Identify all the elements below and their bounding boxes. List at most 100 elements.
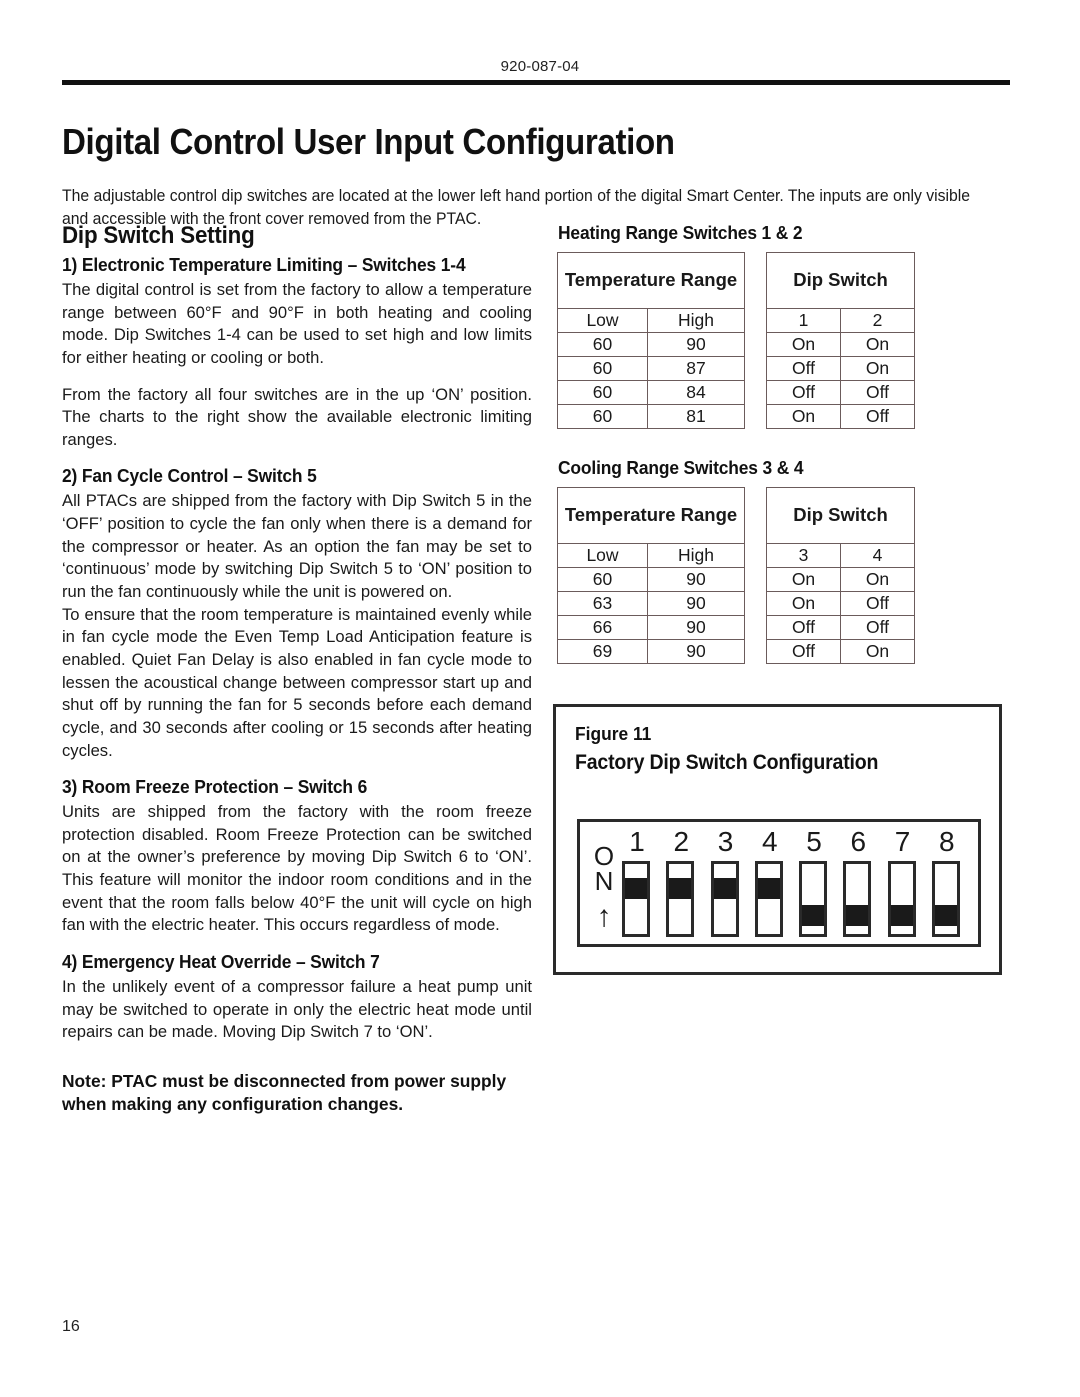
figure-11-box: Figure 11 Factory Dip Switch Configurati… bbox=[553, 704, 1002, 975]
cell-switch-a: On bbox=[766, 567, 841, 592]
right-column: Heating Range Switches 1 & 2 Temperature… bbox=[557, 222, 1012, 692]
cooling-switch-col-3: 3 bbox=[766, 543, 841, 568]
cell-switch-a: On bbox=[766, 404, 841, 429]
dip-switch-slider-on[interactable] bbox=[757, 878, 780, 899]
table-header-row: Temperature Range bbox=[557, 487, 745, 544]
table-row: On On bbox=[766, 332, 915, 357]
dip-switch-slider-off[interactable] bbox=[890, 905, 913, 926]
table-row: On Off bbox=[766, 404, 915, 429]
dip-switch-5[interactable]: 5 bbox=[799, 828, 843, 944]
dip-switch-body[interactable] bbox=[622, 861, 650, 937]
table-row: Off On bbox=[766, 639, 915, 664]
cell-high: 90 bbox=[647, 615, 745, 640]
subsection-3-paragraph-1: Units are shipped from the factory with … bbox=[62, 802, 532, 935]
header-divider bbox=[62, 80, 1010, 85]
table-row: On On bbox=[766, 567, 915, 592]
cooling-temperature-range-table: Temperature Range Low High 60 90 63 90 6… bbox=[557, 487, 745, 664]
dip-switch-number-label: 2 bbox=[673, 826, 690, 857]
dip-switch-body[interactable] bbox=[666, 861, 695, 937]
dip-switch-2[interactable]: 2 bbox=[666, 828, 710, 944]
cell-high: 87 bbox=[647, 356, 745, 381]
dip-switch-body[interactable] bbox=[754, 861, 783, 937]
table-row: 60 87 bbox=[557, 356, 745, 381]
subsection-1-paragraph-1: The digital control is set from the fact… bbox=[62, 280, 532, 367]
cell-switch-b: On bbox=[840, 567, 915, 592]
cell-switch-b: On bbox=[840, 639, 915, 664]
cell-low: 60 bbox=[557, 404, 648, 429]
section-heading-dip-switch-setting: Dip Switch Setting bbox=[62, 222, 255, 249]
dip-switch-slider-off[interactable] bbox=[846, 905, 869, 926]
cell-high: 90 bbox=[647, 567, 745, 592]
heating-temperature-range-table: Temperature Range Low High 60 90 60 87 6… bbox=[557, 252, 745, 429]
page-title: Digital Control User Input Configuration bbox=[62, 121, 675, 163]
dip-switch-number-label: 4 bbox=[761, 826, 778, 857]
cell-low: 60 bbox=[557, 380, 648, 405]
subsection-1-paragraph-2: From the factory all four switches are i… bbox=[62, 384, 532, 449]
dip-switch-slider-off[interactable] bbox=[934, 905, 957, 926]
dip-switch-body[interactable] bbox=[799, 861, 827, 937]
cooling-range-group-header: Temperature Range bbox=[557, 487, 745, 544]
cell-switch-a: On bbox=[766, 332, 841, 357]
dip-switch-number-label: 7 bbox=[894, 826, 911, 857]
table-header-row: 1 2 bbox=[766, 308, 915, 333]
dip-switch-slider-off[interactable] bbox=[802, 905, 824, 926]
cell-switch-a: Off bbox=[766, 615, 841, 640]
dip-switch-body[interactable] bbox=[843, 861, 872, 937]
dip-switch-body[interactable] bbox=[710, 861, 739, 937]
on-label: O N bbox=[589, 843, 619, 897]
cell-switch-a: Off bbox=[766, 380, 841, 405]
cell-high: 90 bbox=[647, 591, 745, 616]
table-header-row: Low High bbox=[557, 308, 745, 333]
cell-low: 60 bbox=[557, 567, 648, 592]
subsection-2-paragraph-1: All PTACs are shipped from the factory w… bbox=[62, 491, 532, 602]
left-column: Dip Switch Setting 1) Electronic Tempera… bbox=[62, 222, 532, 1117]
heating-range-col-low: Low bbox=[557, 308, 648, 333]
heating-table-caption: Heating Range Switches 1 & 2 bbox=[558, 222, 803, 243]
table-row: 60 90 bbox=[557, 567, 745, 592]
cell-low: 60 bbox=[557, 332, 648, 357]
cell-switch-a: Off bbox=[766, 356, 841, 381]
cooling-switch-col-4: 4 bbox=[840, 543, 915, 568]
cell-high: 84 bbox=[647, 380, 745, 405]
heating-range-col-high: High bbox=[647, 308, 745, 333]
heating-dip-switch-table: Dip Switch 1 2 On On Off On Off Off On O… bbox=[766, 252, 915, 429]
cell-switch-b: Off bbox=[840, 591, 915, 616]
cooling-range-col-high: High bbox=[647, 543, 745, 568]
dip-switch-number-label: 1 bbox=[629, 826, 645, 857]
table-row: Off Off bbox=[766, 380, 915, 405]
table-row: 66 90 bbox=[557, 615, 745, 640]
dip-switch-slider-on[interactable] bbox=[713, 878, 736, 899]
dip-switch-6[interactable]: 6 bbox=[843, 828, 887, 944]
cooling-table-caption: Cooling Range Switches 3 & 4 bbox=[558, 457, 804, 478]
figure-label: Figure 11 bbox=[575, 723, 652, 744]
heating-switch-group-header: Dip Switch bbox=[766, 252, 915, 309]
cell-low: 60 bbox=[557, 356, 648, 381]
dip-switch-8[interactable]: 8 bbox=[931, 828, 976, 944]
page-number: 16 bbox=[62, 1318, 80, 1335]
cell-high: 90 bbox=[647, 639, 745, 664]
dip-switch-body[interactable] bbox=[931, 861, 960, 937]
cell-switch-b: Off bbox=[840, 380, 915, 405]
cooling-range-col-low: Low bbox=[557, 543, 648, 568]
dip-switch-7[interactable]: 7 bbox=[887, 826, 932, 944]
dip-switch-body[interactable] bbox=[887, 861, 916, 937]
table-header-row: Low High bbox=[557, 543, 745, 568]
table-row: On Off bbox=[766, 591, 915, 616]
subsection-4-paragraph-1: In the unlikely event of a compressor fa… bbox=[62, 977, 532, 1042]
dip-switch-4[interactable]: 4 bbox=[754, 826, 799, 944]
table-header-row: Dip Switch bbox=[766, 252, 915, 309]
on-label-line-2: N bbox=[594, 866, 614, 897]
cell-low: 63 bbox=[557, 591, 648, 616]
heating-range-group-header: Temperature Range bbox=[557, 252, 745, 309]
dip-switch-3[interactable]: 3 bbox=[710, 828, 755, 944]
dip-switch-panel: O N ↑ 12345678 bbox=[577, 819, 981, 947]
dip-switch-slider-on[interactable] bbox=[625, 878, 647, 899]
dip-switch-slider-on[interactable] bbox=[669, 878, 692, 899]
dip-switch-row: 12345678 bbox=[622, 828, 976, 944]
cell-switch-b: Off bbox=[840, 615, 915, 640]
table-header-row: Dip Switch bbox=[766, 487, 915, 544]
dip-switch-1[interactable]: 1 bbox=[622, 828, 666, 944]
table-header-row: 3 4 bbox=[766, 543, 915, 568]
dip-switch-number-label: 5 bbox=[806, 826, 822, 857]
table-row: Off On bbox=[766, 356, 915, 381]
